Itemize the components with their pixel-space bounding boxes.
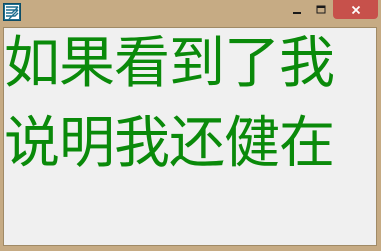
close-button[interactable] — [333, 0, 378, 19]
title-bar[interactable] — [0, 0, 381, 24]
caption-controls — [285, 0, 378, 19]
minimize-icon — [292, 0, 302, 19]
client-area: 如果看到了我 说明我还健在 — [3, 27, 377, 246]
maximize-button[interactable] — [309, 0, 333, 19]
close-icon — [351, 0, 361, 19]
message-line-2: 说明我还健在 — [4, 111, 335, 176]
minimize-button[interactable] — [285, 0, 309, 19]
message-line-1: 如果看到了我 — [4, 31, 335, 96]
app-window: 如果看到了我 说明我还健在 — [0, 0, 381, 251]
maximize-icon — [316, 0, 326, 19]
app-logo-icon[interactable] — [3, 3, 21, 21]
